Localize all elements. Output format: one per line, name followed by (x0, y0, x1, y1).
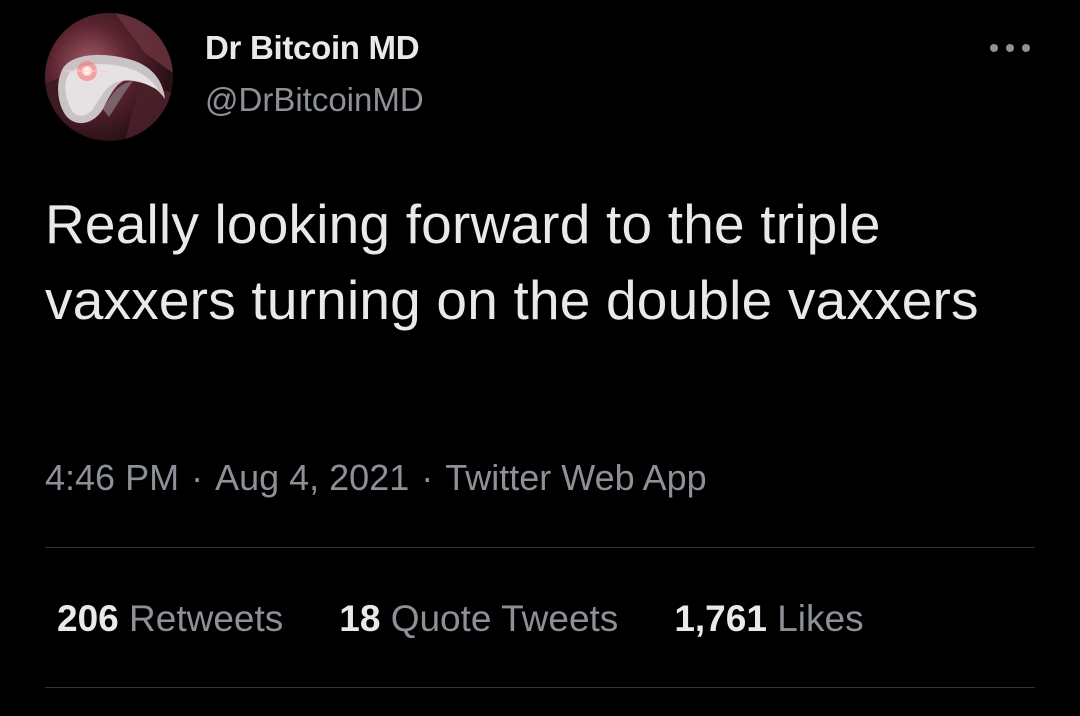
tweet-source[interactable]: Twitter Web App (445, 457, 706, 498)
tweet-text: Really looking forward to the triple vax… (45, 193, 979, 331)
divider (45, 687, 1035, 688)
quote-tweets-stat[interactable]: 18 Quote Tweets (339, 597, 618, 641)
tweet-detail: Dr Bitcoin MD @DrBitcoinMD Really lookin… (0, 0, 1080, 716)
author-handle[interactable]: @DrBitcoinMD (205, 80, 424, 120)
tweet-date[interactable]: Aug 4, 2021 (215, 457, 409, 498)
tweet-time[interactable]: 4:46 PM (45, 457, 179, 498)
retweets-label: Retweets (129, 598, 284, 639)
meta-separator: · (421, 457, 434, 498)
quote-tweets-count: 18 (339, 598, 381, 639)
likes-label: Likes (777, 598, 864, 639)
divider (45, 547, 1035, 548)
quote-tweets-label: Quote Tweets (390, 598, 619, 639)
engagement-stats: 206 Retweets 18 Quote Tweets 1,761 Likes (57, 597, 864, 641)
avatar[interactable] (45, 13, 173, 141)
plague-doctor-mask-icon (45, 13, 173, 141)
tweet-metadata: 4:46 PM · Aug 4, 2021 · Twitter Web App (45, 456, 707, 500)
more-options-button[interactable] (984, 30, 1036, 66)
author-info: Dr Bitcoin MD @DrBitcoinMD (205, 28, 424, 120)
likes-stat[interactable]: 1,761 Likes (674, 597, 863, 641)
likes-count: 1,761 (674, 598, 767, 639)
author-display-name[interactable]: Dr Bitcoin MD (205, 28, 424, 68)
retweets-count: 206 (57, 598, 119, 639)
ellipsis-icon (990, 44, 1030, 52)
meta-separator: · (191, 457, 204, 498)
retweets-stat[interactable]: 206 Retweets (57, 597, 283, 641)
